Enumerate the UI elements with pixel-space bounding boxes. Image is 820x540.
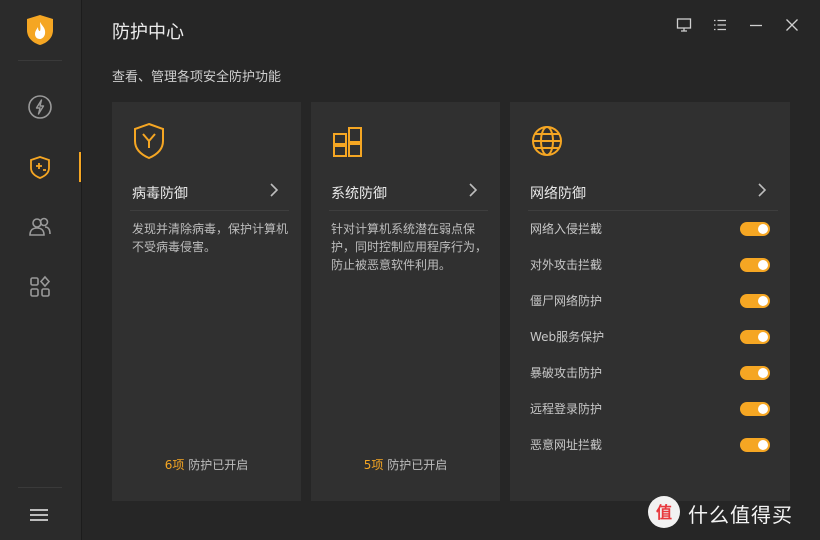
sidebar-item-apps[interactable] bbox=[24, 271, 56, 303]
toggle-knob bbox=[758, 332, 768, 342]
toggle-knob bbox=[758, 224, 768, 234]
page-title: 防护中心 bbox=[112, 22, 184, 43]
users-icon bbox=[29, 217, 51, 236]
watermark-logo-icon: 值 bbox=[648, 496, 680, 528]
virus-shield-icon bbox=[134, 122, 164, 160]
active-indicator bbox=[79, 152, 81, 182]
sidebar bbox=[0, 0, 82, 540]
toggle-switch[interactable] bbox=[740, 258, 770, 272]
sidebar-item-users[interactable] bbox=[24, 211, 56, 243]
lightning-icon bbox=[28, 95, 52, 119]
toggle-knob bbox=[758, 296, 768, 306]
chevron-right-icon[interactable] bbox=[268, 182, 280, 198]
toggle-label: 远程登录防护 bbox=[530, 402, 603, 416]
protection-count: 6项 bbox=[164, 458, 185, 472]
card-divider bbox=[130, 210, 289, 211]
apps-icon bbox=[30, 275, 51, 297]
toggle-switch[interactable] bbox=[740, 294, 770, 308]
toggle-switch[interactable] bbox=[740, 402, 770, 416]
feedback-button[interactable] bbox=[675, 16, 693, 34]
chevron-right-icon[interactable] bbox=[467, 182, 479, 198]
windows-grid-icon bbox=[333, 127, 362, 157]
watermark-logo-glyph: 值 bbox=[656, 503, 672, 522]
card-title: 系统防御 bbox=[331, 186, 387, 202]
toggle-switch[interactable] bbox=[740, 438, 770, 452]
toggle-knob bbox=[758, 368, 768, 378]
card-virus-defense[interactable]: 病毒防御 发现并清除病毒，保护计算机不受病毒侵害。 6项 防护已开启 bbox=[112, 102, 301, 501]
card-description: 发现并清除病毒，保护计算机不受病毒侵害。 bbox=[132, 222, 289, 254]
app-logo-icon bbox=[27, 15, 53, 45]
watermark-text: 什么值得买 bbox=[688, 503, 793, 527]
toggle-switch[interactable] bbox=[740, 330, 770, 344]
sidebar-item-speedup[interactable] bbox=[24, 91, 56, 123]
toggle-row: 僵尸网络防护 bbox=[530, 292, 770, 310]
toggle-label: 对外攻击拦截 bbox=[530, 258, 603, 272]
feedback-icon bbox=[676, 18, 692, 32]
toggle-row: 远程登录防护 bbox=[530, 400, 770, 418]
minimize-icon bbox=[750, 24, 762, 27]
card-footer: 5项 防护已开启 bbox=[311, 456, 500, 473]
toggle-label: 僵尸网络防护 bbox=[530, 294, 603, 308]
toggle-label: 暴破攻击防护 bbox=[530, 366, 603, 380]
close-icon bbox=[786, 19, 798, 31]
sidebar-item-protection[interactable] bbox=[24, 151, 56, 183]
card-network-defense[interactable]: 网络防御 网络入侵拦截 对外攻击拦截 僵尸网络防护 Web服务保护 暴破攻击防护… bbox=[510, 102, 790, 501]
protection-count: 5项 bbox=[363, 458, 384, 472]
toggle-label: 网络入侵拦截 bbox=[530, 222, 603, 236]
toggle-row: Web服务保护 bbox=[530, 328, 770, 346]
toggle-row: 恶意网址拦截 bbox=[530, 436, 770, 454]
hamburger-menu-icon[interactable] bbox=[28, 505, 52, 525]
protection-status: 防护已开启 bbox=[188, 458, 249, 472]
sidebar-divider bbox=[18, 60, 62, 61]
toggle-knob bbox=[758, 404, 768, 414]
toggle-label: 恶意网址拦截 bbox=[530, 438, 603, 452]
minimize-button[interactable] bbox=[747, 16, 765, 34]
watermark-logo-char: 值 bbox=[656, 503, 672, 522]
shield-plus-icon bbox=[30, 156, 50, 179]
settings-menu-button[interactable] bbox=[711, 16, 729, 34]
toggle-switch[interactable] bbox=[740, 366, 770, 380]
toggle-row: 对外攻击拦截 bbox=[530, 256, 770, 274]
main-panel: 防护中心 查看、管理各项安全防护功能 病毒防御 发现并清除病毒，保护计算机不受病… bbox=[82, 0, 820, 540]
close-button[interactable] bbox=[783, 16, 801, 34]
protection-status: 防护已开启 bbox=[387, 458, 448, 472]
chevron-right-icon[interactable] bbox=[756, 182, 768, 198]
toggle-label: Web服务保护 bbox=[530, 330, 605, 344]
watermark: 值 什么值得买 bbox=[648, 496, 808, 528]
page-subtitle: 查看、管理各项安全防护功能 bbox=[112, 70, 282, 85]
globe-icon bbox=[532, 126, 562, 156]
card-description: 针对计算机系统潜在弱点保护，同时控制应用程序行为，防止被恶意软件利用。 bbox=[331, 222, 488, 272]
toggle-row: 网络入侵拦截 bbox=[530, 220, 770, 238]
card-divider bbox=[528, 210, 778, 211]
card-title: 病毒防御 bbox=[132, 186, 188, 202]
toggle-knob bbox=[758, 440, 768, 450]
toggle-row: 暴破攻击防护 bbox=[530, 364, 770, 382]
card-system-defense[interactable]: 系统防御 针对计算机系统潜在弱点保护，同时控制应用程序行为，防止被恶意软件利用。… bbox=[311, 102, 500, 501]
sidebar-divider bbox=[18, 487, 62, 488]
toggle-switch[interactable] bbox=[740, 222, 770, 236]
card-title: 网络防御 bbox=[530, 186, 586, 202]
card-footer: 6项 防护已开启 bbox=[112, 456, 301, 473]
card-divider bbox=[329, 210, 488, 211]
settings-list-icon bbox=[714, 19, 726, 31]
toggle-knob bbox=[758, 260, 768, 270]
